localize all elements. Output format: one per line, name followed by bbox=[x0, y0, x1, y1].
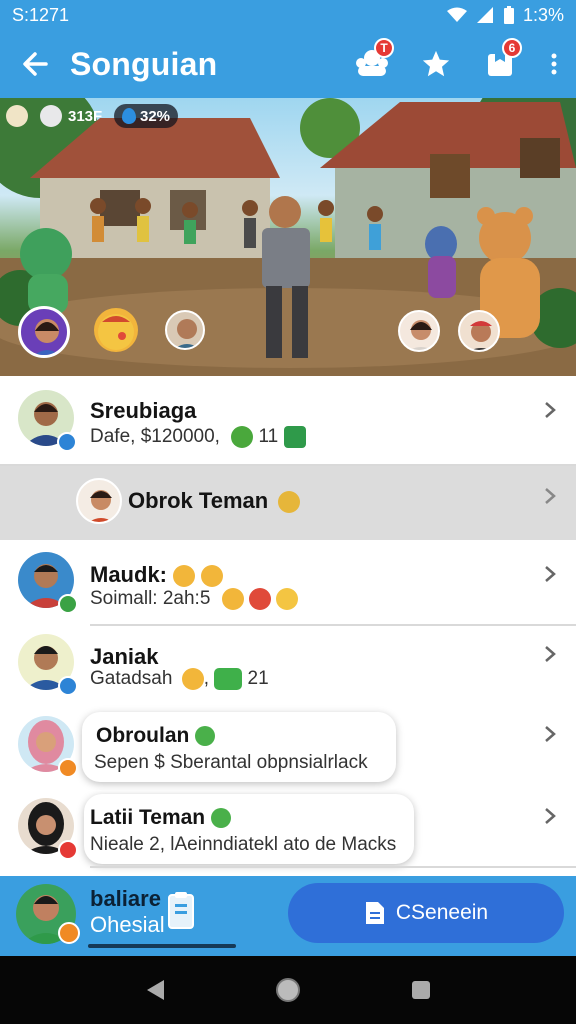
hud-gems: 32% bbox=[114, 104, 179, 128]
active-indicator bbox=[88, 944, 236, 948]
inbox-button[interactable]: 6 bbox=[468, 30, 532, 98]
system-nav-bar bbox=[0, 956, 576, 1024]
notifications-button[interactable]: T bbox=[340, 30, 404, 98]
list-item[interactable]: Janiak Gatadsah , 21 bbox=[0, 626, 576, 706]
clipboard-icon[interactable] bbox=[166, 890, 196, 930]
tongue-emoji-icon bbox=[276, 588, 299, 610]
chevron-right-icon bbox=[545, 726, 556, 742]
contact-name: Latii Teman bbox=[90, 806, 231, 830]
cat-emoji-icon bbox=[181, 668, 204, 690]
panda-icon bbox=[40, 105, 62, 127]
bottom-bar: baliare Ohesial CSeneein bbox=[0, 876, 576, 956]
document-icon bbox=[365, 902, 384, 924]
avatar bbox=[76, 478, 122, 524]
page-title: Songuian bbox=[70, 45, 218, 82]
contact-name: Obrok Teman bbox=[128, 488, 301, 514]
hud-coins: 313F bbox=[68, 107, 103, 125]
home-circle-icon[interactable] bbox=[275, 977, 301, 1003]
back-triangle-icon[interactable] bbox=[144, 978, 166, 1002]
recents-square-icon[interactable] bbox=[410, 979, 432, 1001]
smile-emoji-icon bbox=[195, 726, 216, 747]
game-scene[interactable]: 313F 32% ! bbox=[0, 98, 576, 376]
app-bar: Songuian T 6 bbox=[0, 30, 576, 98]
back-button[interactable] bbox=[0, 30, 70, 98]
list-item[interactable]: Latii Teman Nieale 2, lAeinndiatekl ato … bbox=[0, 790, 576, 874]
player-face bbox=[35, 319, 59, 355]
friend-face bbox=[470, 321, 492, 350]
contact-subtitle: Soimall: 2ah:5 bbox=[90, 588, 299, 610]
avatar-face bbox=[89, 490, 113, 522]
message-text: Sepen $ Sberantal obpnsialrlack bbox=[94, 752, 368, 773]
more-options-button[interactable] bbox=[532, 30, 576, 98]
contact-name: Janiak bbox=[90, 644, 159, 669]
leaf-icon bbox=[231, 426, 254, 448]
user-status-badge bbox=[58, 922, 80, 944]
cat-emoji-icon bbox=[221, 588, 244, 610]
chevron-right-icon bbox=[545, 808, 556, 824]
droplet-icon bbox=[122, 108, 136, 124]
favorite-button[interactable] bbox=[404, 30, 468, 98]
battery-icon bbox=[503, 6, 514, 24]
contact-subtitle: Dafe, $120000, 11 bbox=[90, 426, 306, 448]
list-item[interactable]: Sreubiaga Dafe, $120000, 11 bbox=[0, 376, 576, 464]
player-avatar[interactable] bbox=[18, 306, 70, 358]
chevron-right-icon bbox=[545, 646, 556, 662]
friend-avatar-2[interactable] bbox=[398, 310, 440, 352]
hud-pets[interactable] bbox=[6, 104, 62, 128]
friend-face bbox=[410, 320, 432, 350]
star-icon bbox=[422, 50, 450, 77]
chevron-right-icon bbox=[545, 488, 556, 504]
current-user-name: baliare bbox=[90, 886, 161, 911]
kiss-face-icon bbox=[98, 314, 134, 350]
signal-icon bbox=[476, 7, 493, 23]
status-bar: S:1271 1:3% bbox=[0, 0, 576, 30]
battery-sticker-icon bbox=[214, 668, 243, 690]
online-status-badge bbox=[58, 594, 78, 614]
message-text: Nieale 2, lAeinndiatekl ato de Macks bbox=[90, 834, 397, 855]
smile-emoji-icon bbox=[210, 808, 231, 829]
status-time: S:1271 bbox=[12, 4, 70, 25]
list-item[interactable]: Maudk: Soimall: 2ah:5 bbox=[0, 544, 576, 624]
primary-action-button[interactable]: CSeneein bbox=[288, 883, 564, 943]
arrow-left-icon bbox=[23, 52, 48, 76]
wifi-icon bbox=[446, 7, 467, 22]
emoji-sticker[interactable] bbox=[94, 308, 138, 352]
contact-subtitle: Gatadsah , 21 bbox=[90, 668, 269, 690]
bird-emoji-icon bbox=[278, 491, 301, 514]
sticker-icon bbox=[283, 426, 306, 448]
cat-face-icon bbox=[6, 105, 28, 127]
busy-status-badge bbox=[58, 840, 78, 860]
heart-eyes-emoji-icon bbox=[248, 588, 271, 610]
chevron-right-icon bbox=[545, 566, 556, 582]
smirk-emoji-icon bbox=[201, 565, 224, 588]
more-vert-icon bbox=[551, 53, 557, 75]
away-status-badge bbox=[58, 758, 78, 778]
friend-avatar-1[interactable] bbox=[165, 310, 205, 350]
friend-face bbox=[175, 319, 199, 348]
inbox-badge: 6 bbox=[502, 38, 522, 58]
chevron-right-icon bbox=[545, 402, 556, 418]
message-preview-bubble[interactable]: Obroulan Sepen $ Sberantal obpnsialrlack bbox=[82, 712, 396, 782]
notification-badge: T bbox=[374, 38, 394, 58]
friend-avatar-3[interactable] bbox=[458, 310, 500, 352]
battery-level: 1:3% bbox=[522, 4, 564, 25]
contact-name: Sreubiaga bbox=[90, 398, 197, 423]
verified-badge bbox=[58, 676, 78, 696]
verified-badge bbox=[57, 432, 77, 452]
divider bbox=[90, 866, 576, 868]
cat-emoji-icon bbox=[173, 565, 196, 588]
contact-name: Obroulan bbox=[96, 724, 216, 748]
list-item[interactable]: Obroulan Sepen $ Sberantal obpnsialrlack bbox=[0, 708, 576, 788]
current-user-status: Ohesial bbox=[90, 912, 165, 937]
list-item-selected[interactable]: Obrok Teman bbox=[0, 466, 576, 540]
contact-name: Maudk: bbox=[90, 562, 224, 588]
message-preview-bubble[interactable]: Latii Teman Nieale 2, lAeinndiatekl ato … bbox=[84, 794, 414, 864]
